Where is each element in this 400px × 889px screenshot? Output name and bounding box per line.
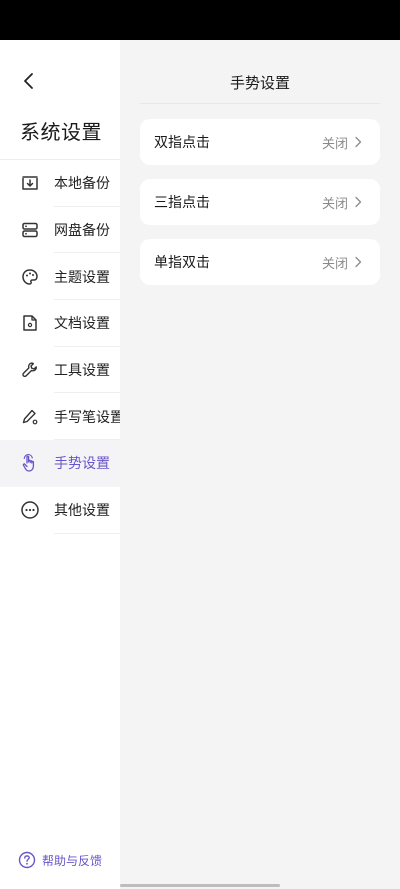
setting-row-two-finger-tap[interactable]: 双指点击 关闭 xyxy=(140,119,380,165)
cloud-storage-icon xyxy=(20,220,40,240)
sidebar-item-label: 手写笔设置 xyxy=(54,409,124,426)
setting-value: 关闭 xyxy=(321,136,348,152)
sidebar-item-label: 手势设置 xyxy=(54,456,110,473)
chevron-right-icon xyxy=(354,196,362,208)
setting-row-three-finger-tap[interactable]: 三指点击 关闭 xyxy=(140,179,380,225)
sidebar-item-gesture[interactable]: 手势设置 xyxy=(0,440,120,487)
sidebar-item-other[interactable]: 其他设置 xyxy=(0,487,120,534)
sidebar-nav: 本地备份 网盘备份 主题设置 文档设置 工具设置 手写笔设置 手势设置 其他设置 xyxy=(0,160,124,534)
sidebar-item-label: 文档设置 xyxy=(54,316,110,333)
local-backup-icon xyxy=(20,173,40,193)
wrench-icon xyxy=(20,360,40,380)
setting-label: 单指双击 xyxy=(154,255,210,271)
help-feedback-label: 帮助与反馈 xyxy=(42,853,103,868)
chevron-left-icon xyxy=(22,72,36,90)
palette-icon xyxy=(20,267,40,287)
sidebar: 系统设置 本地备份 网盘备份 主题设置 文档设置 工具设置 手写笔设置 手势设置… xyxy=(0,40,124,889)
sidebar-item-label: 主题设置 xyxy=(54,269,110,286)
setting-label: 双指点击 xyxy=(154,135,210,151)
sidebar-item-label: 工具设置 xyxy=(54,363,110,380)
help-icon xyxy=(18,851,36,869)
more-dots-icon xyxy=(20,500,40,520)
back-button[interactable] xyxy=(14,66,44,96)
status-bar xyxy=(0,0,400,40)
setting-value: 关闭 xyxy=(321,196,348,212)
hand-gesture-icon xyxy=(20,453,40,473)
sidebar-item-pen[interactable]: 手写笔设置 xyxy=(0,393,124,440)
sidebar-item-document[interactable]: 文档设置 xyxy=(0,300,120,347)
sidebar-item-label: 网盘备份 xyxy=(54,223,110,240)
pen-settings-icon xyxy=(20,407,40,427)
setting-row-one-finger-double-tap[interactable]: 单指双击 关闭 xyxy=(140,239,380,285)
chevron-right-icon xyxy=(354,256,362,268)
setting-value-group: 关闭 xyxy=(322,253,362,272)
document-settings-icon xyxy=(20,313,40,333)
help-feedback-link[interactable]: 帮助与反馈 xyxy=(18,851,102,869)
divider xyxy=(140,103,380,104)
chevron-right-icon xyxy=(354,136,362,148)
setting-label: 三指点击 xyxy=(154,195,210,211)
sidebar-item-theme[interactable]: 主题设置 xyxy=(0,253,120,300)
home-indicator xyxy=(120,884,280,887)
setting-value: 关闭 xyxy=(321,256,348,272)
page-title: 手势设置 xyxy=(229,74,290,92)
sidebar-item-tools[interactable]: 工具设置 xyxy=(0,347,120,394)
sidebar-item-label: 其他设置 xyxy=(54,503,110,520)
main-panel: 手势设置 双指点击 关闭 三指点击 关闭 单指双击 关闭 xyxy=(120,40,400,889)
setting-value-group: 关闭 xyxy=(322,133,362,152)
sidebar-item-local-backup[interactable]: 本地备份 xyxy=(0,160,120,207)
setting-value-group: 关闭 xyxy=(322,193,362,212)
sidebar-item-label: 本地备份 xyxy=(54,176,110,193)
sidebar-title: 系统设置 xyxy=(20,120,102,144)
sidebar-item-cloud-backup[interactable]: 网盘备份 xyxy=(0,207,120,254)
